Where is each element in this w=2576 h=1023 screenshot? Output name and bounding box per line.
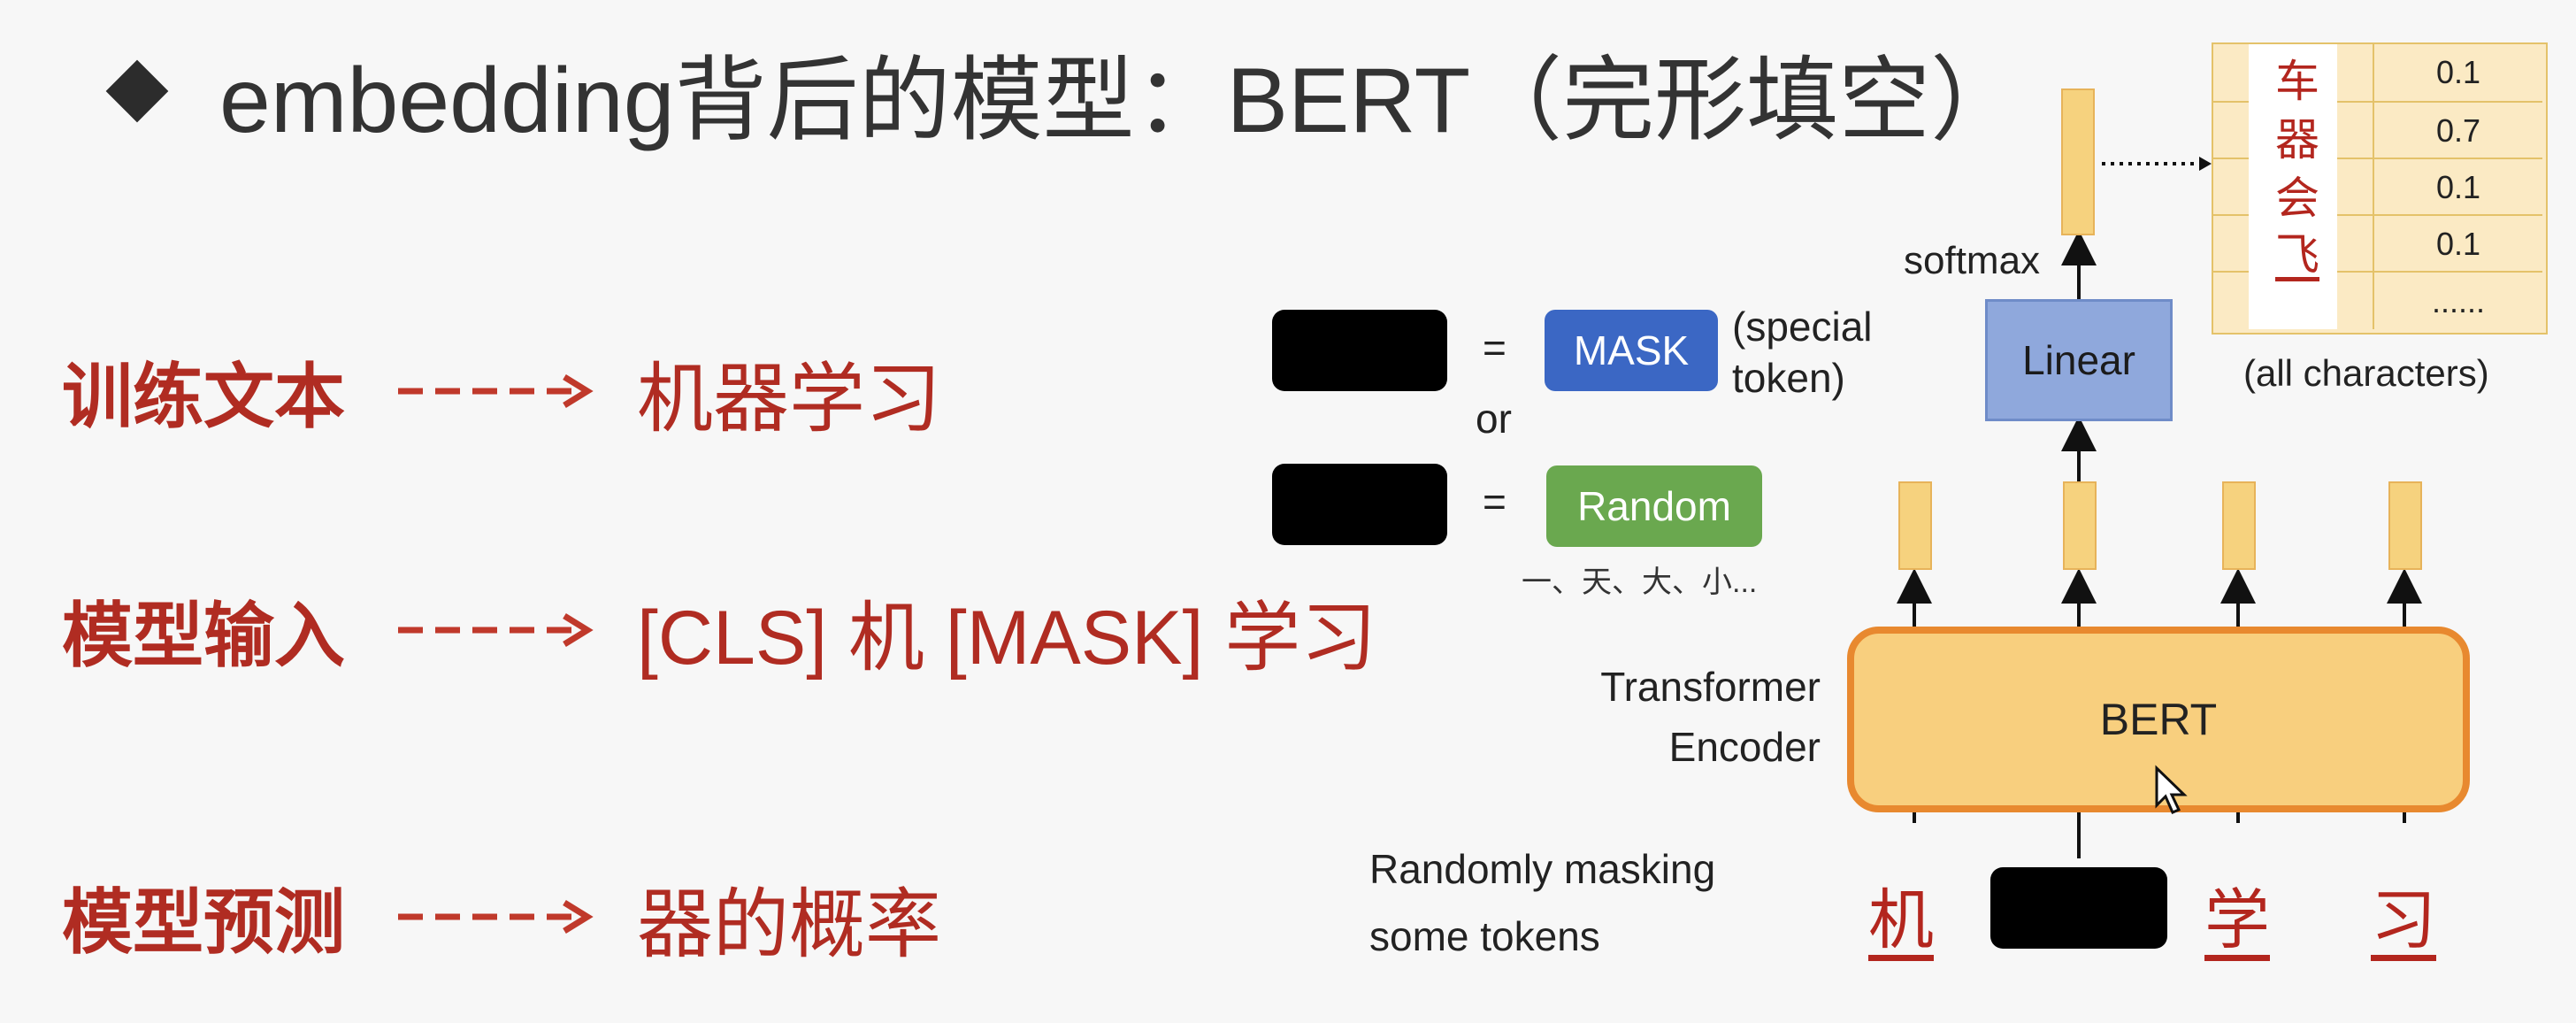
prob-cell: 0.1 bbox=[2374, 214, 2542, 273]
input-char: 习 bbox=[2371, 882, 2436, 958]
prob-cell: 0.7 bbox=[2374, 101, 2542, 159]
linear-layer-box: Linear bbox=[1985, 299, 2173, 421]
prob-cell: 0.1 bbox=[2435, 54, 2481, 90]
output-vector-bar bbox=[2388, 481, 2422, 570]
output-vector-bar bbox=[1898, 481, 1932, 570]
masked-input-box bbox=[1990, 867, 2167, 949]
random-examples: 一、天、大、小... bbox=[1522, 565, 1758, 599]
output-vector-bar bbox=[2222, 481, 2256, 570]
random-token: Random bbox=[1546, 465, 1762, 547]
output-char: 器 bbox=[2275, 114, 2319, 165]
mask-token: MASK bbox=[1545, 310, 1718, 391]
masked-token-box bbox=[1272, 464, 1447, 545]
masking-caption: Randomly masking some tokens bbox=[1369, 846, 1716, 959]
output-char: 会 bbox=[2275, 173, 2319, 224]
input-char: 学 bbox=[2204, 882, 2270, 958]
softmax-output-bar bbox=[2061, 88, 2095, 235]
output-char: 飞 bbox=[2275, 229, 2319, 281]
mouse-cursor-icon bbox=[2155, 765, 2188, 814]
transformer-encoder-label: Transformer Encoder bbox=[1600, 664, 1821, 770]
prob-cell: ...... bbox=[2374, 271, 2542, 331]
input-char: 机 bbox=[1868, 882, 1934, 958]
prob-cell: 0.1 bbox=[2374, 158, 2542, 216]
equals-sign: = bbox=[1483, 479, 1506, 525]
all-characters-label: (all characters) bbox=[2243, 352, 2489, 394]
or-label: or bbox=[1476, 396, 1512, 442]
masked-token-box bbox=[1272, 310, 1447, 391]
softmax-label: softmax bbox=[1904, 239, 2041, 282]
output-vector-bar bbox=[2063, 481, 2097, 570]
probability-table: 0.1 0.7 0.1 0.1 ...... bbox=[2212, 42, 2548, 335]
output-char: 车 bbox=[2275, 56, 2319, 107]
special-token-label: (special token) bbox=[1732, 304, 1873, 401]
equals-sign: = bbox=[1483, 325, 1506, 371]
